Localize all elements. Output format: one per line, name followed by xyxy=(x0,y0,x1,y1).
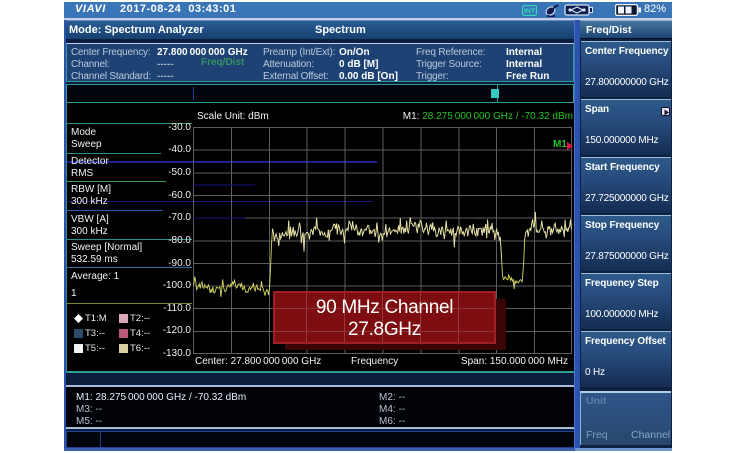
svg-text:INT: INT xyxy=(524,8,536,15)
